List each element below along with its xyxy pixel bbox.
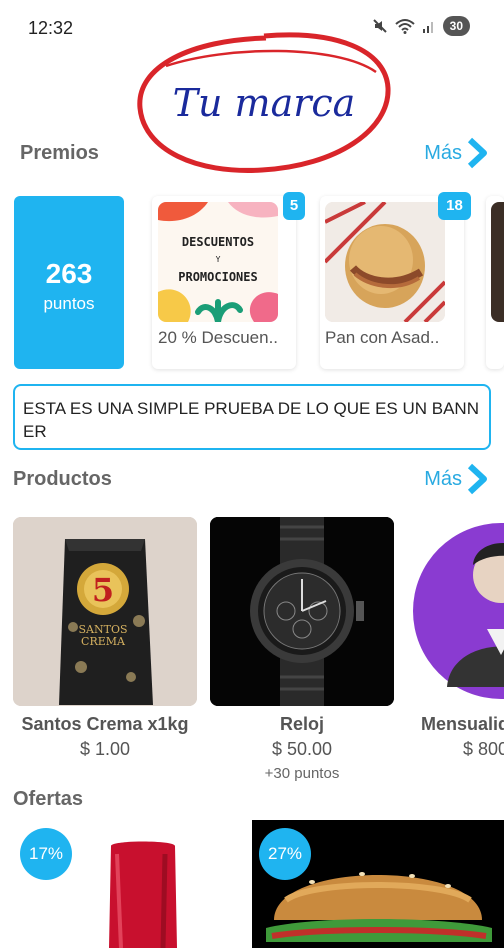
product-image <box>210 517 394 706</box>
reward-badge: 18 <box>438 192 471 220</box>
chevron-right-icon <box>467 137 487 169</box>
premios-title: Premios <box>20 142 99 164</box>
ofertas-title: Ofertas <box>13 788 84 810</box>
offer-card[interactable]: 17% <box>13 820 241 948</box>
reward-card[interactable] <box>486 196 504 369</box>
premios-more-label: Más <box>424 141 462 164</box>
offer-discount-badge: 27% <box>259 828 311 880</box>
product-card[interactable]: Reloj $ 50.00 +30 puntos <box>210 517 394 782</box>
productos-title: Productos <box>13 468 112 490</box>
premios-more-button[interactable]: Más <box>424 137 488 169</box>
product-package-text: 5 <box>92 571 114 609</box>
product-image <box>407 517 504 706</box>
reward-badge: 5 <box>283 192 305 220</box>
reward-image: DESCUENTOS Y PROMOCIONES <box>158 202 278 322</box>
status-time: 12:32 <box>28 18 74 38</box>
brand-logo: Tu marca <box>136 26 392 176</box>
reward-image-line: Y <box>216 255 221 264</box>
reward-image-line: DESCUENTOS <box>182 235 254 249</box>
points-card[interactable]: 263 puntos <box>14 196 124 369</box>
offer-discount-badge: 17% <box>20 828 72 880</box>
product-price: $ 1.00 <box>79 739 131 759</box>
product-price: $ 800 <box>463 739 504 759</box>
reward-title: Pan con Asad.. <box>325 328 440 347</box>
product-image: 5 SANTOS CREMA <box>13 517 197 706</box>
battery-icon: 30 <box>442 16 470 36</box>
reward-card[interactable]: Pan con Asad.. 18 <box>320 192 471 369</box>
chevron-right-icon <box>467 463 487 495</box>
product-name: Santos Crema x1kg <box>21 714 189 734</box>
brand-logo-text: Tu marca <box>173 81 356 125</box>
productos-more-label: Más <box>424 467 462 490</box>
product-name: Mensualida <box>421 714 504 734</box>
product-name: Reloj <box>279 714 324 734</box>
promo-banner[interactable]: ESTA ES UNA SIMPLE PRUEBA DE LO QUE ES U… <box>13 384 491 450</box>
reward-title: 20 % Descuen.. <box>158 328 279 347</box>
product-price: $ 50.00 <box>271 739 333 759</box>
reward-image-line: PROMOCIONES <box>178 270 257 284</box>
product-points: +30 puntos <box>264 765 340 782</box>
reward-card[interactable]: DESCUENTOS Y PROMOCIONES 20 % Descuen.. … <box>152 192 305 369</box>
productos-more-button[interactable]: Más <box>424 463 488 495</box>
reward-image <box>491 202 504 322</box>
reward-image <box>325 202 445 322</box>
wifi-icon <box>394 19 415 34</box>
product-card[interactable]: 5 SANTOS CREMA Santos Crema x1kg $ 1.00 <box>13 517 197 759</box>
points-label: puntos <box>43 294 95 313</box>
offer-card[interactable]: 27% <box>252 820 504 948</box>
signal-icon <box>422 22 433 33</box>
product-card[interactable]: Mensualida $ 800 <box>407 517 504 777</box>
product-package-text: CREMA <box>81 635 126 648</box>
points-value: 263 <box>45 258 93 289</box>
